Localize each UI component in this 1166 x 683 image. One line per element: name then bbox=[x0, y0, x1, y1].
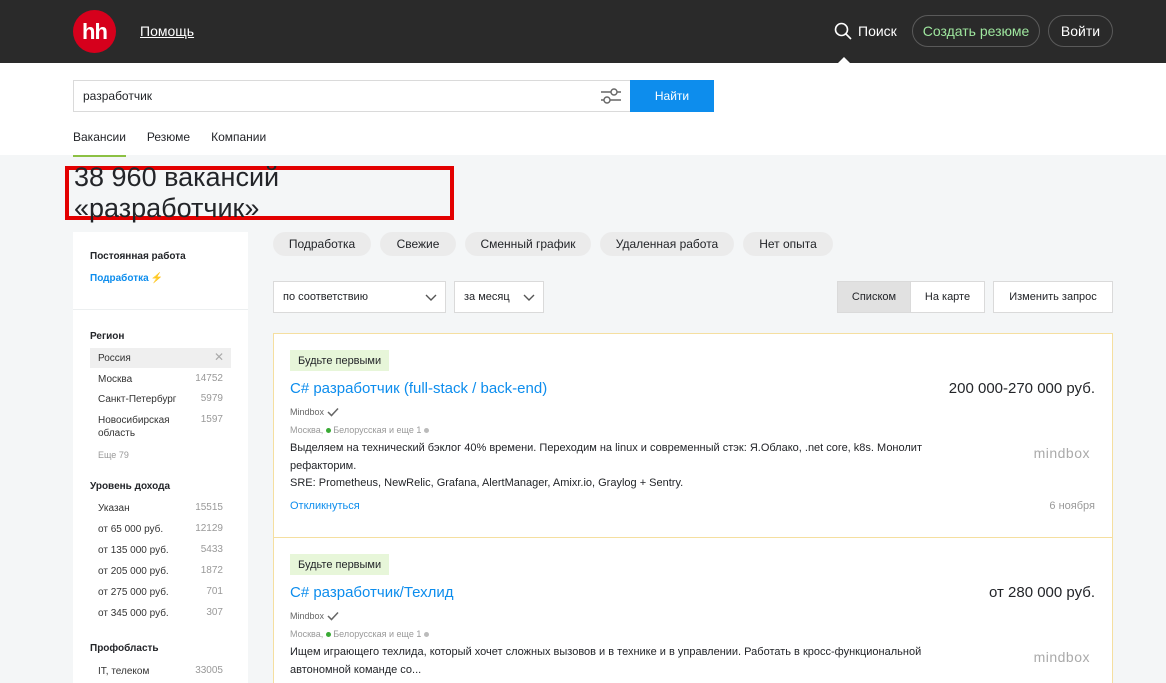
vacancy-card: Будьте первыми C# разработчик (full-stac… bbox=[273, 333, 1113, 538]
vacancy-location: Москва, Белорусская и еще 1 bbox=[290, 629, 430, 639]
chip-no-experience[interactable]: Нет опыта bbox=[743, 232, 833, 256]
vacancy-card: Будьте первыми C# разработчик/Техлид от … bbox=[273, 537, 1113, 683]
create-resume-button[interactable]: Создать резюме bbox=[912, 15, 1040, 47]
advanced-filter-icon[interactable] bbox=[600, 87, 622, 105]
region-more-link[interactable]: Еще 79 bbox=[98, 450, 129, 460]
chip-remote[interactable]: Удаленная работа bbox=[600, 232, 734, 256]
chip-fresh[interactable]: Свежие bbox=[380, 232, 456, 256]
login-button[interactable]: Войти bbox=[1048, 15, 1113, 47]
view-map-button[interactable]: На карте bbox=[910, 281, 985, 313]
region-item-russia[interactable]: Россия bbox=[98, 352, 223, 365]
page-title: 38 960 вакансий «разработчик» bbox=[65, 162, 454, 223]
period-select-value: за месяц bbox=[464, 291, 510, 303]
company-name: Mindbox bbox=[290, 407, 325, 417]
income-count: 12129 bbox=[195, 523, 223, 534]
income-count: 307 bbox=[206, 607, 223, 618]
lightning-icon: ⚡ bbox=[150, 273, 164, 284]
vacancy-location: Москва, Белорусская и еще 1 bbox=[290, 425, 430, 435]
vacancy-city: Москва, bbox=[290, 425, 324, 435]
region-count: 14752 bbox=[195, 373, 223, 384]
parttime-filter-label: Подработка bbox=[90, 273, 149, 284]
help-link[interactable]: Помощь bbox=[140, 23, 194, 39]
vacancy-description-line: SRE: Prometheus, NewRelic, Grafana, Aler… bbox=[290, 477, 684, 489]
company-logo: mindbox bbox=[1034, 445, 1090, 461]
search-panel: разработчик Найти Вакансии Резюме Компан… bbox=[0, 63, 1166, 157]
company-link[interactable]: Mindbox bbox=[290, 611, 339, 621]
income-count: 15515 bbox=[195, 502, 223, 513]
vacancy-title-link[interactable]: C# разработчик (full-stack / back-end) bbox=[290, 380, 547, 397]
chevron-down-icon bbox=[523, 294, 535, 301]
company-logo-text: mindbox bbox=[1033, 649, 1090, 665]
hh-logo[interactable]: hh bbox=[73, 10, 116, 53]
vacancy-date: 6 ноября bbox=[1049, 500, 1095, 512]
search-toggle[interactable]: Поиск bbox=[834, 19, 897, 43]
region-count: 1597 bbox=[200, 414, 223, 425]
vacancy-salary: 200 000-270 000 руб. bbox=[948, 380, 1095, 397]
area-heading: Профобласть bbox=[90, 643, 159, 654]
verified-check-icon bbox=[327, 407, 339, 417]
parttime-filter-link[interactable]: Подработка ⚡ bbox=[90, 273, 163, 284]
top-navigation-bar: hh Помощь Поиск Создать резюме Войти bbox=[0, 0, 1166, 64]
sort-select-value: по соответствию bbox=[283, 291, 368, 303]
divider bbox=[73, 309, 248, 310]
verified-check-icon bbox=[327, 611, 339, 621]
vacancy-metro: Белорусская и еще 1 bbox=[333, 425, 422, 435]
filters-sidebar: Постоянная работа Подработка ⚡ Регион Рос… bbox=[73, 232, 248, 683]
employment-heading: Постоянная работа bbox=[90, 251, 186, 262]
be-first-badge: Будьте первыми bbox=[290, 554, 390, 575]
income-count: 5433 bbox=[200, 544, 223, 555]
vacancy-description: Ищем играющего техлида, который хочет сл… bbox=[290, 644, 980, 679]
vacancy-title-link[interactable]: C# разработчик/Техлид bbox=[290, 584, 454, 601]
metro-dot-icon bbox=[326, 632, 332, 637]
income-item[interactable]: от 275 000 руб. bbox=[98, 586, 223, 599]
region-item-novosibirsk[interactable]: Новосибирская область bbox=[98, 414, 188, 440]
income-count: 701 bbox=[206, 586, 223, 597]
period-select[interactable]: за месяц bbox=[454, 281, 544, 313]
region-count: 5979 bbox=[200, 393, 223, 404]
vacancy-description-line: Ищем играющего техлида, который хочет сл… bbox=[290, 646, 922, 676]
income-heading: Уровень дохода bbox=[90, 481, 171, 492]
vacancy-description-line: Выделяем на технический бэклог 40% време… bbox=[290, 442, 922, 472]
company-logo: mindbox bbox=[1034, 649, 1090, 665]
respond-link[interactable]: Откликнуться bbox=[290, 500, 360, 512]
metro-dot-icon bbox=[424, 428, 430, 433]
chevron-down-icon bbox=[425, 294, 437, 301]
vacancy-description: Выделяем на технический бэклог 40% време… bbox=[290, 440, 980, 493]
search-tabs: Вакансии Резюме Компании bbox=[73, 130, 287, 157]
region-heading: Регион bbox=[90, 331, 125, 342]
tab-vacancies[interactable]: Вакансии bbox=[73, 130, 126, 157]
tab-companies[interactable]: Компании bbox=[211, 130, 266, 157]
sort-select[interactable]: по соответствию bbox=[273, 281, 446, 313]
view-list-button[interactable]: Списком bbox=[837, 281, 911, 313]
vacancy-city: Москва, bbox=[290, 629, 324, 639]
metro-dot-icon bbox=[424, 632, 430, 637]
change-query-button[interactable]: Изменить запрос bbox=[993, 281, 1113, 313]
metro-dot-icon bbox=[326, 428, 332, 433]
search-toggle-label: Поиск bbox=[858, 23, 897, 39]
vacancy-metro: Белорусская и еще 1 bbox=[333, 629, 422, 639]
search-input[interactable]: разработчик bbox=[73, 80, 630, 112]
income-count: 1872 bbox=[200, 565, 223, 576]
be-first-badge: Будьте первыми bbox=[290, 350, 390, 371]
company-link[interactable]: Mindbox bbox=[290, 407, 339, 417]
find-button[interactable]: Найти bbox=[630, 80, 714, 112]
clear-region-icon[interactable]: ✕ bbox=[214, 350, 224, 364]
vacancy-salary: от 280 000 руб. bbox=[988, 584, 1095, 601]
area-count: 33005 bbox=[195, 665, 223, 676]
income-item[interactable]: от 345 000 руб. bbox=[98, 607, 223, 620]
search-icon bbox=[834, 22, 852, 40]
company-logo-text: mindbox bbox=[1033, 445, 1090, 461]
tab-resumes[interactable]: Резюме bbox=[147, 130, 190, 157]
company-name: Mindbox bbox=[290, 611, 325, 621]
chip-shift[interactable]: Сменный график bbox=[465, 232, 591, 256]
chip-parttime[interactable]: Подработка bbox=[273, 232, 371, 256]
